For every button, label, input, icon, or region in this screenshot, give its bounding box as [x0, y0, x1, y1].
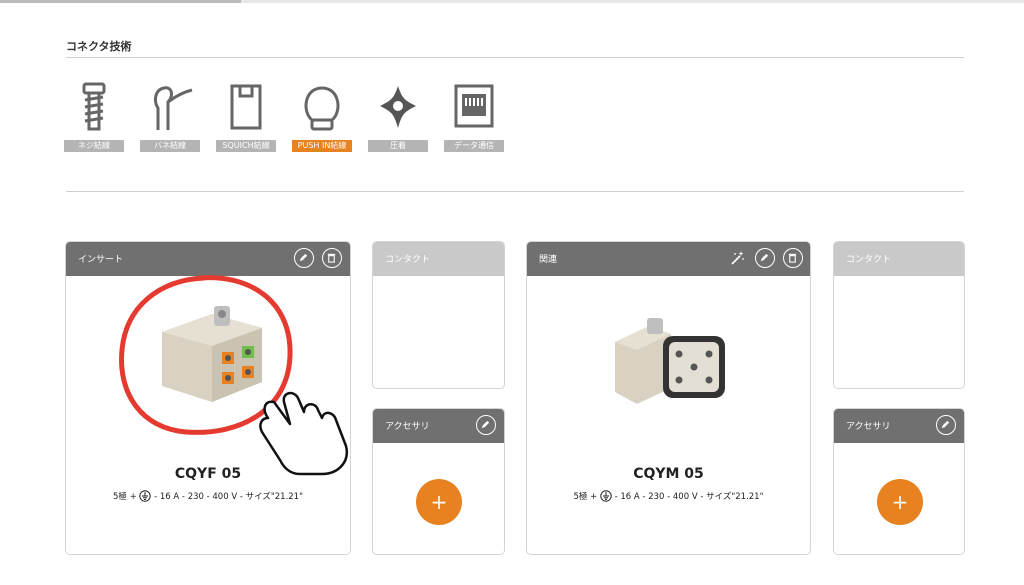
data-port-icon: [454, 84, 494, 128]
spec-poles: 5極 +: [573, 492, 598, 502]
card-header: アクセサリ: [834, 409, 964, 443]
card-title: コンタクト: [846, 255, 892, 265]
squich-icon: [230, 84, 262, 130]
edit-button[interactable]: [936, 415, 956, 435]
card-header: インサート: [66, 242, 350, 276]
card-header: コンタクト: [373, 242, 504, 276]
product-spec: 5極 + - 16 A - 230 - 400 V - サイズ"21.21": [66, 490, 350, 502]
trash-icon: [327, 253, 336, 263]
tech-spring[interactable]: バネ結線: [140, 80, 200, 156]
tech-squich[interactable]: SQUICH結線: [216, 80, 276, 156]
accessory-card: アクセサリ +: [833, 408, 965, 555]
card-header: アクセサリ: [373, 409, 504, 443]
tech-screw[interactable]: ネジ結線: [64, 80, 124, 156]
contact-card[interactable]: コンタクト: [833, 241, 965, 389]
spec-ratings: - 16 A - 230 - 400 V - サイズ"21.21": [614, 492, 764, 502]
edit-button[interactable]: [294, 248, 314, 268]
card-title: 関連: [539, 255, 558, 265]
delete-button[interactable]: [322, 248, 342, 268]
insert-card: インサート CQYF 05 5極 + - 16 A - 230 - 400 V …: [65, 241, 351, 555]
progress-bar: [0, 0, 1024, 3]
insert-product-image: [162, 306, 262, 402]
edit-icon: [760, 253, 769, 262]
tech-label: バネ結線: [140, 140, 200, 152]
card-title: アクセサリ: [846, 422, 891, 432]
tech-label: SQUICH結線: [216, 140, 276, 152]
contact-card[interactable]: コンタクト: [372, 241, 505, 389]
card-header: 関連: [527, 242, 810, 276]
tech-push-in[interactable]: PUSH IN結線: [292, 80, 352, 156]
tech-label: 圧着: [368, 140, 428, 152]
magic-wand-button[interactable]: [727, 248, 747, 268]
screw-icon: [82, 82, 106, 131]
tech-label: ネジ結線: [64, 140, 124, 152]
add-accessory-button[interactable]: +: [416, 479, 462, 525]
spec-ratings: - 16 A - 230 - 400 V - サイズ"21.21": [154, 492, 304, 502]
edit-button[interactable]: [755, 248, 775, 268]
card-title: アクセサリ: [385, 422, 430, 432]
section-title: コネクタ技術: [66, 40, 132, 53]
edit-icon: [481, 420, 490, 429]
ground-icon: [139, 490, 152, 502]
magic-wand-icon: [731, 251, 744, 265]
product-spec: 5極 + - 16 A - 230 - 400 V - サイズ"21.21": [527, 490, 810, 502]
delete-button[interactable]: [783, 248, 803, 268]
progress-fill: [0, 0, 241, 3]
divider: [66, 57, 964, 58]
product-name: CQYM 05: [633, 466, 704, 482]
tech-data[interactable]: データ通信: [444, 80, 504, 156]
spec-poles: 5極 +: [112, 492, 137, 502]
push-in-icon: [304, 86, 340, 131]
card-title: インサート: [78, 255, 124, 265]
edit-icon: [299, 253, 308, 262]
accessory-card: アクセサリ +: [372, 408, 505, 555]
trash-icon: [788, 253, 797, 263]
card-title: コンタクト: [385, 255, 431, 265]
tech-label: PUSH IN結線: [292, 140, 352, 152]
related-card: 関連 CQYM 05 5極 + - 16 A - 230 - 400 V - サ…: [526, 241, 811, 555]
edit-button[interactable]: [476, 415, 496, 435]
divider: [66, 191, 964, 192]
product-name: CQYF 05: [174, 466, 242, 482]
add-accessory-button[interactable]: +: [877, 479, 923, 525]
ground-icon: [600, 490, 612, 502]
card-header: コンタクト: [834, 242, 964, 276]
crimp-icon: [380, 86, 416, 128]
tech-crimp[interactable]: 圧着: [368, 80, 428, 156]
related-product-image: [615, 318, 725, 404]
tech-label: データ通信: [444, 140, 504, 152]
edit-icon: [941, 420, 950, 429]
spring-clamp-icon: [154, 86, 193, 130]
